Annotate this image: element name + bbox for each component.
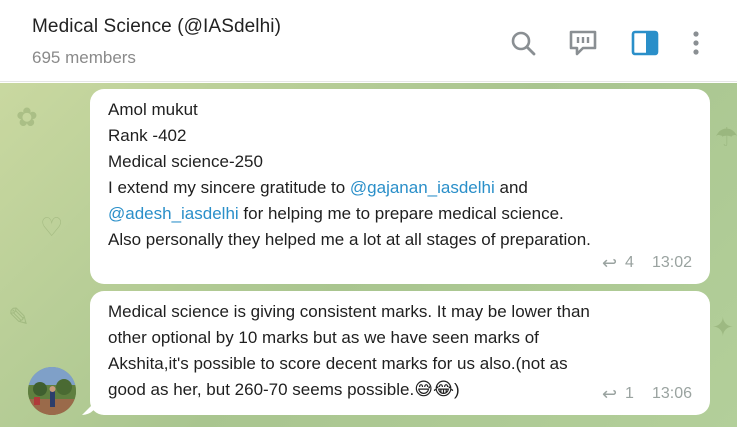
chat-title[interactable]: Medical Science (@IASdelhi) bbox=[32, 16, 281, 38]
avatar[interactable] bbox=[28, 367, 76, 415]
message-list[interactable]: ✿ ♡ ✎ ☂ ✦ Amol mukut Rank -402 Medical s… bbox=[0, 83, 737, 427]
message-time: 13:06 bbox=[651, 385, 692, 402]
message-text: and bbox=[494, 178, 528, 197]
sidebar-toggle-icon[interactable] bbox=[630, 28, 660, 58]
message-line: Rank -402 bbox=[108, 126, 187, 145]
reply-count[interactable]: 4 bbox=[625, 250, 634, 276]
message-bubble[interactable]: Medical science is giving consistent mar… bbox=[90, 291, 710, 415]
background-doodle: ✎ bbox=[8, 303, 30, 333]
reply-icon[interactable]: ↩ bbox=[602, 250, 617, 276]
mention-link[interactable]: @adesh_iasdelhi bbox=[108, 204, 239, 223]
emoji: 😅😂 bbox=[414, 379, 454, 400]
message-line: Medical science is giving consistent mar… bbox=[108, 302, 590, 321]
message-bubble[interactable]: Amol mukut Rank -402 Medical science-250… bbox=[90, 89, 710, 284]
message-meta: ↩ 4 13:02 bbox=[602, 250, 692, 276]
message-time: 13:02 bbox=[651, 254, 692, 271]
mention-link[interactable]: @gajanan_iasdelhi bbox=[350, 178, 495, 197]
reply-count[interactable]: 1 bbox=[625, 381, 634, 407]
message-line: Akshita,it's possible to score decent ma… bbox=[108, 354, 568, 373]
more-vertical-icon[interactable] bbox=[681, 28, 711, 58]
reply-icon[interactable]: ↩ bbox=[602, 381, 617, 407]
background-doodle: ✿ bbox=[16, 103, 38, 133]
message-text: for helping me to prepare medical scienc… bbox=[238, 204, 564, 223]
message-text: good as her, but 260-70 seems possible. bbox=[108, 380, 415, 399]
message-line: other optional by 10 marks but as we hav… bbox=[108, 328, 539, 347]
background-doodle: ♡ bbox=[40, 213, 64, 243]
message-line: Amol mukut bbox=[108, 100, 198, 119]
member-count: 695 members bbox=[32, 48, 136, 67]
message-line: I extend my sincere gratitude to @gajana… bbox=[108, 175, 692, 201]
search-icon[interactable] bbox=[508, 28, 538, 58]
message-meta: ↩ 1 13:06 bbox=[602, 381, 692, 407]
comments-icon[interactable] bbox=[568, 28, 598, 58]
background-doodle: ✦ bbox=[712, 313, 734, 343]
message-text: I extend my sincere gratitude to bbox=[108, 178, 350, 197]
background-doodle: ☂ bbox=[715, 123, 737, 153]
message-line: @adesh_iasdelhi for helping me to prepar… bbox=[108, 201, 692, 227]
message-line: Medical science-250 bbox=[108, 152, 263, 171]
message-text: ) bbox=[454, 380, 460, 399]
chat-header: Medical Science (@IASdelhi) 695 members bbox=[0, 0, 737, 82]
